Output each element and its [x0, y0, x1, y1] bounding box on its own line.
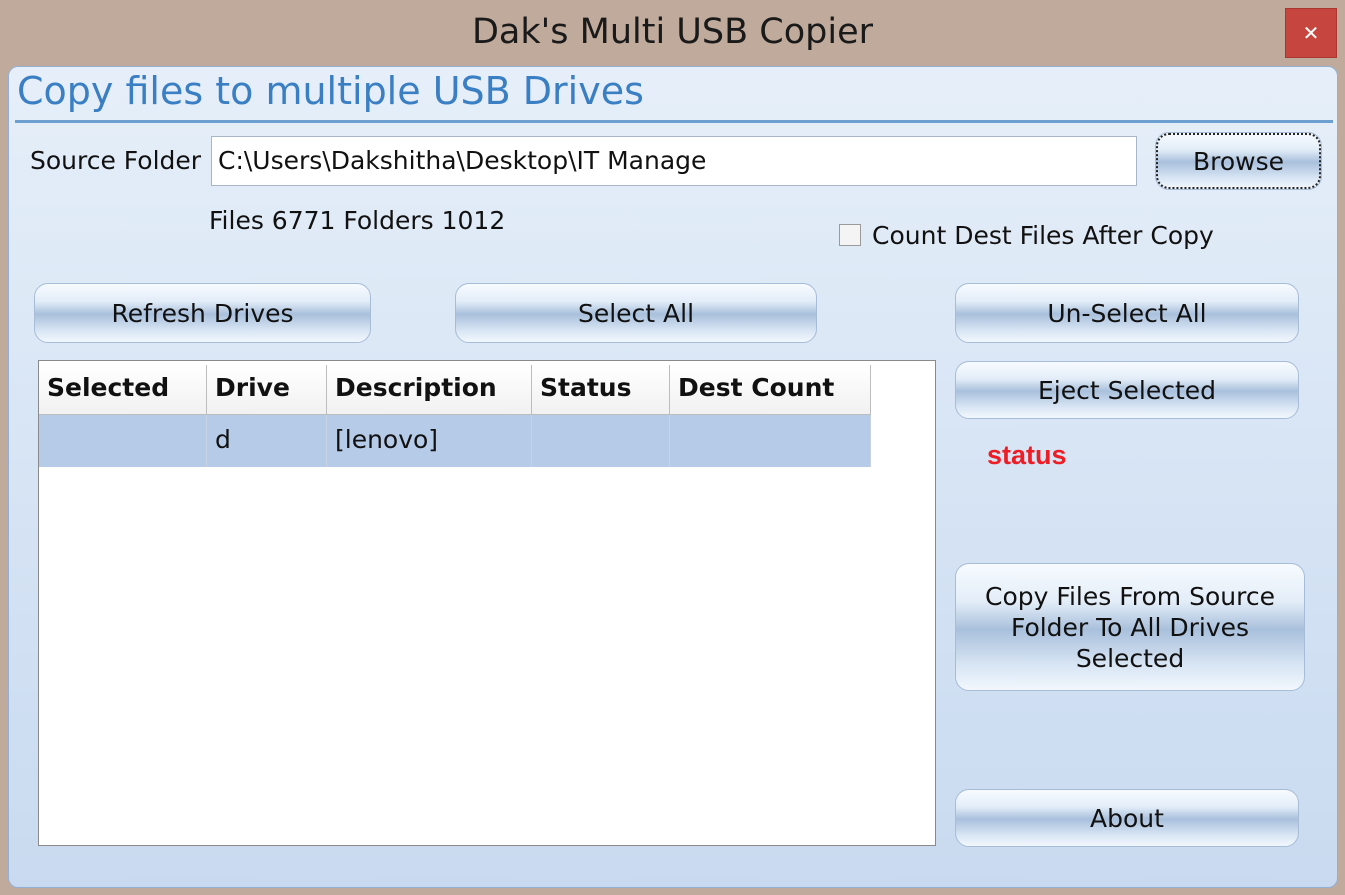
close-icon: ✕ — [1302, 21, 1320, 45]
count-dest-label: Count Dest Files After Copy — [872, 221, 1214, 250]
table-header: Selected Drive Description Status Dest C… — [39, 365, 871, 415]
browse-button[interactable]: Browse — [1155, 132, 1322, 190]
status-label: status — [987, 440, 1067, 470]
cell-status — [532, 415, 670, 467]
copy-files-button[interactable]: Copy Files From Source Folder To All Dri… — [955, 563, 1305, 691]
column-header-status[interactable]: Status — [532, 365, 670, 415]
select-all-button[interactable]: Select All — [455, 283, 817, 343]
cell-description: [lenovo] — [327, 415, 532, 467]
table-row[interactable]: d [lenovo] — [39, 415, 871, 467]
column-header-drive[interactable]: Drive — [207, 365, 327, 415]
source-folder-input[interactable]: C:\Users\Dakshitha\Desktop\IT Manage — [211, 136, 1137, 186]
window-title: Dak's Multi USB Copier — [471, 12, 873, 52]
title-bar: Dak's Multi USB Copier ✕ — [0, 0, 1345, 66]
column-header-description[interactable]: Description — [327, 365, 532, 415]
drives-table[interactable]: Selected Drive Description Status Dest C… — [38, 360, 936, 846]
column-header-dest-count[interactable]: Dest Count — [670, 365, 871, 415]
about-button[interactable]: About — [955, 789, 1299, 847]
count-dest-checkbox[interactable] — [839, 224, 861, 246]
source-counts-text: Files 6771 Folders 1012 — [209, 206, 506, 235]
unselect-all-button[interactable]: Un-Select All — [955, 283, 1299, 343]
eject-selected-button[interactable]: Eject Selected — [955, 361, 1299, 419]
page-title: Copy files to multiple USB Drives — [17, 69, 644, 113]
main-panel: Copy files to multiple USB Drives Source… — [8, 66, 1338, 888]
cell-dest-count — [670, 415, 871, 467]
refresh-drives-button[interactable]: Refresh Drives — [34, 283, 371, 343]
cell-selected[interactable] — [39, 415, 207, 467]
column-header-selected[interactable]: Selected — [39, 365, 207, 415]
source-folder-label: Source Folder — [30, 146, 202, 175]
cell-drive: d — [207, 415, 327, 467]
header-divider — [15, 120, 1333, 123]
close-button[interactable]: ✕ — [1285, 8, 1337, 58]
